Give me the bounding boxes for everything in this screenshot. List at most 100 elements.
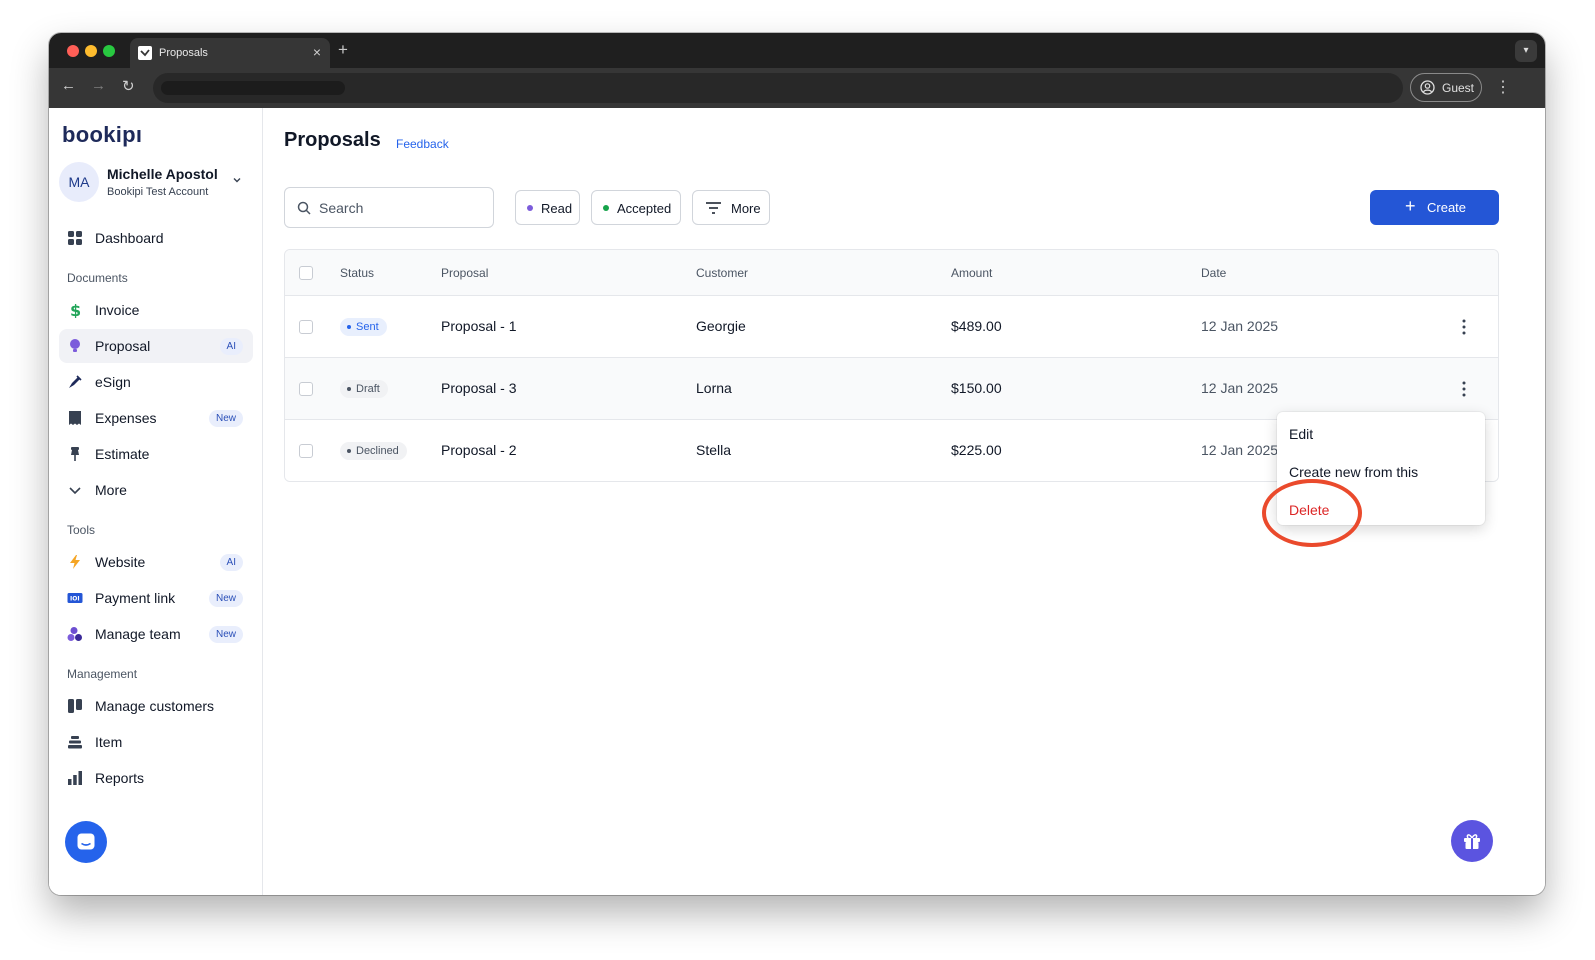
sidebar-item-reports[interactable]: Reports [59, 761, 253, 795]
browser-tab-title: Proposals [159, 47, 208, 59]
table-row[interactable]: Draft Proposal - 3 Lorna $150.00 12 Jan … [285, 358, 1498, 420]
sidebar-item-label: Website [95, 554, 146, 570]
column-header-amount[interactable]: Amount [951, 266, 992, 280]
chevron-down-icon [233, 178, 241, 183]
minimize-window-button[interactable] [85, 45, 97, 57]
sidebar-item-expenses[interactable]: Expenses New [59, 401, 253, 435]
column-header-date[interactable]: Date [1201, 266, 1226, 280]
customer-name: Lorna [696, 380, 732, 396]
new-badge: New [208, 590, 243, 607]
section-label-documents: Documents [67, 271, 128, 285]
svg-text:IOI: IOI [70, 596, 80, 603]
sidebar-item-invoice[interactable]: $ Invoice [59, 293, 253, 327]
sidebar-item-label: Expenses [95, 410, 157, 426]
browser-tab-proposals[interactable]: Proposals × [130, 38, 330, 68]
column-header-status[interactable]: Status [340, 266, 374, 280]
maximize-window-button[interactable] [103, 45, 115, 57]
sidebar-item-payment-link[interactable]: IOI Payment link New [59, 581, 253, 615]
address-bar[interactable] [153, 73, 1403, 103]
reload-icon[interactable]: ↻ [122, 77, 135, 95]
pin-icon [71, 447, 79, 461]
sidebar-item-manage-customers[interactable]: Manage customers [59, 689, 253, 723]
sidebar-item-esign[interactable]: eSign [59, 365, 253, 399]
plus-icon: + [1405, 196, 1416, 216]
annotation-circle [1262, 479, 1362, 547]
search-input[interactable] [319, 196, 487, 220]
row-checkbox[interactable] [299, 320, 313, 334]
sidebar-item-dashboard[interactable]: Dashboard [59, 221, 253, 255]
filter-chip-accepted[interactable]: Accepted [591, 190, 681, 225]
row-checkbox[interactable] [299, 444, 313, 458]
menu-item-create-new-from-this[interactable]: Create new from this [1289, 464, 1418, 480]
filter-icon [706, 202, 721, 214]
back-arrow-icon[interactable]: ← [61, 77, 76, 94]
tab-search-button[interactable]: ▾ [1515, 40, 1537, 62]
amount: $489.00 [951, 318, 1002, 334]
close-window-button[interactable] [67, 45, 79, 57]
sidebar-item-label: Proposal [95, 338, 151, 354]
profile-icon [1420, 80, 1435, 95]
section-label-tools: Tools [67, 523, 96, 537]
chat-icon [77, 833, 95, 850]
proposal-name[interactable]: Proposal - 3 [441, 380, 516, 396]
status-badge: Declined [340, 442, 407, 460]
gift-button[interactable] [1451, 820, 1493, 862]
sidebar-item-label: eSign [95, 374, 131, 390]
column-header-proposal[interactable]: Proposal [441, 266, 488, 280]
section-label-management: Management [67, 667, 138, 681]
sidebar-item-manage-team[interactable]: Manage team New [59, 617, 253, 651]
status-badge: Sent [340, 318, 387, 336]
new-tab-button[interactable]: + [338, 40, 348, 60]
amount: $150.00 [951, 380, 1002, 396]
sidebar-item-estimate[interactable]: Estimate [59, 437, 253, 471]
feedback-link[interactable]: Feedback [396, 137, 449, 151]
create-button[interactable]: + Create [1370, 190, 1499, 225]
status-badge: Draft [340, 380, 388, 398]
filter-chip-read[interactable]: Read [515, 190, 580, 225]
chat-support-button[interactable] [65, 821, 107, 863]
bar-chart-icon [68, 771, 82, 785]
search-field[interactable] [284, 187, 494, 228]
ai-badge: AI [219, 554, 243, 571]
select-all-checkbox[interactable] [299, 266, 313, 280]
proposal-name[interactable]: Proposal - 2 [441, 442, 516, 458]
table-row[interactable]: Sent Proposal - 1 Georgie $489.00 12 Jan… [285, 296, 1498, 358]
page-title: Proposals [284, 129, 381, 151]
sidebar-item-item[interactable]: Item [59, 725, 253, 759]
profile-label: Guest [1442, 81, 1475, 95]
row-actions-icon[interactable] [1457, 380, 1471, 398]
account-name: Michelle Apostol [107, 166, 218, 182]
forward-arrow-icon[interactable]: → [91, 77, 106, 94]
sidebar-item-website[interactable]: Website AI [59, 545, 253, 579]
sidebar-item-more[interactable]: More [59, 473, 253, 507]
sidebar-item-label: Payment link [95, 590, 176, 606]
dashboard-icon [68, 231, 82, 245]
sidebar-item-label: Dashboard [95, 230, 164, 246]
date: 12 Jan 2025 [1201, 442, 1279, 458]
column-header-customer[interactable]: Customer [696, 266, 748, 280]
row-actions-icon[interactable] [1457, 318, 1471, 336]
sidebar-item-label: Estimate [95, 446, 150, 462]
team-icon [67, 627, 82, 641]
create-button-label: Create [1427, 200, 1467, 215]
account-switcher[interactable]: MA Michelle Apostol Bookipi Test Account [59, 162, 254, 206]
favicon-icon [138, 46, 152, 60]
dollar-icon: $ [70, 302, 81, 318]
new-badge: New [208, 626, 243, 643]
bookipi-logo[interactable]: bookipı [62, 122, 142, 148]
profile-button[interactable]: Guest [1410, 73, 1482, 102]
filter-chip-label: More [731, 201, 761, 216]
app-root: bookipı MA Michelle Apostol Bookipi Test… [49, 108, 1545, 895]
amount: $225.00 [951, 442, 1002, 458]
menu-item-edit[interactable]: Edit [1289, 426, 1313, 442]
new-badge: New [208, 410, 243, 427]
row-checkbox[interactable] [299, 382, 313, 396]
more-filters-button[interactable]: More [692, 190, 770, 225]
sidebar-item-label: Manage customers [95, 698, 215, 714]
proposal-name[interactable]: Proposal - 1 [441, 318, 516, 334]
status-dot [603, 205, 609, 211]
tab-close-icon[interactable]: × [313, 44, 321, 60]
browser-menu-icon[interactable]: ⋮ [1495, 77, 1511, 97]
sidebar-item-proposal[interactable]: Proposal AI [59, 329, 253, 363]
payment-link-icon: IOI [67, 593, 83, 603]
